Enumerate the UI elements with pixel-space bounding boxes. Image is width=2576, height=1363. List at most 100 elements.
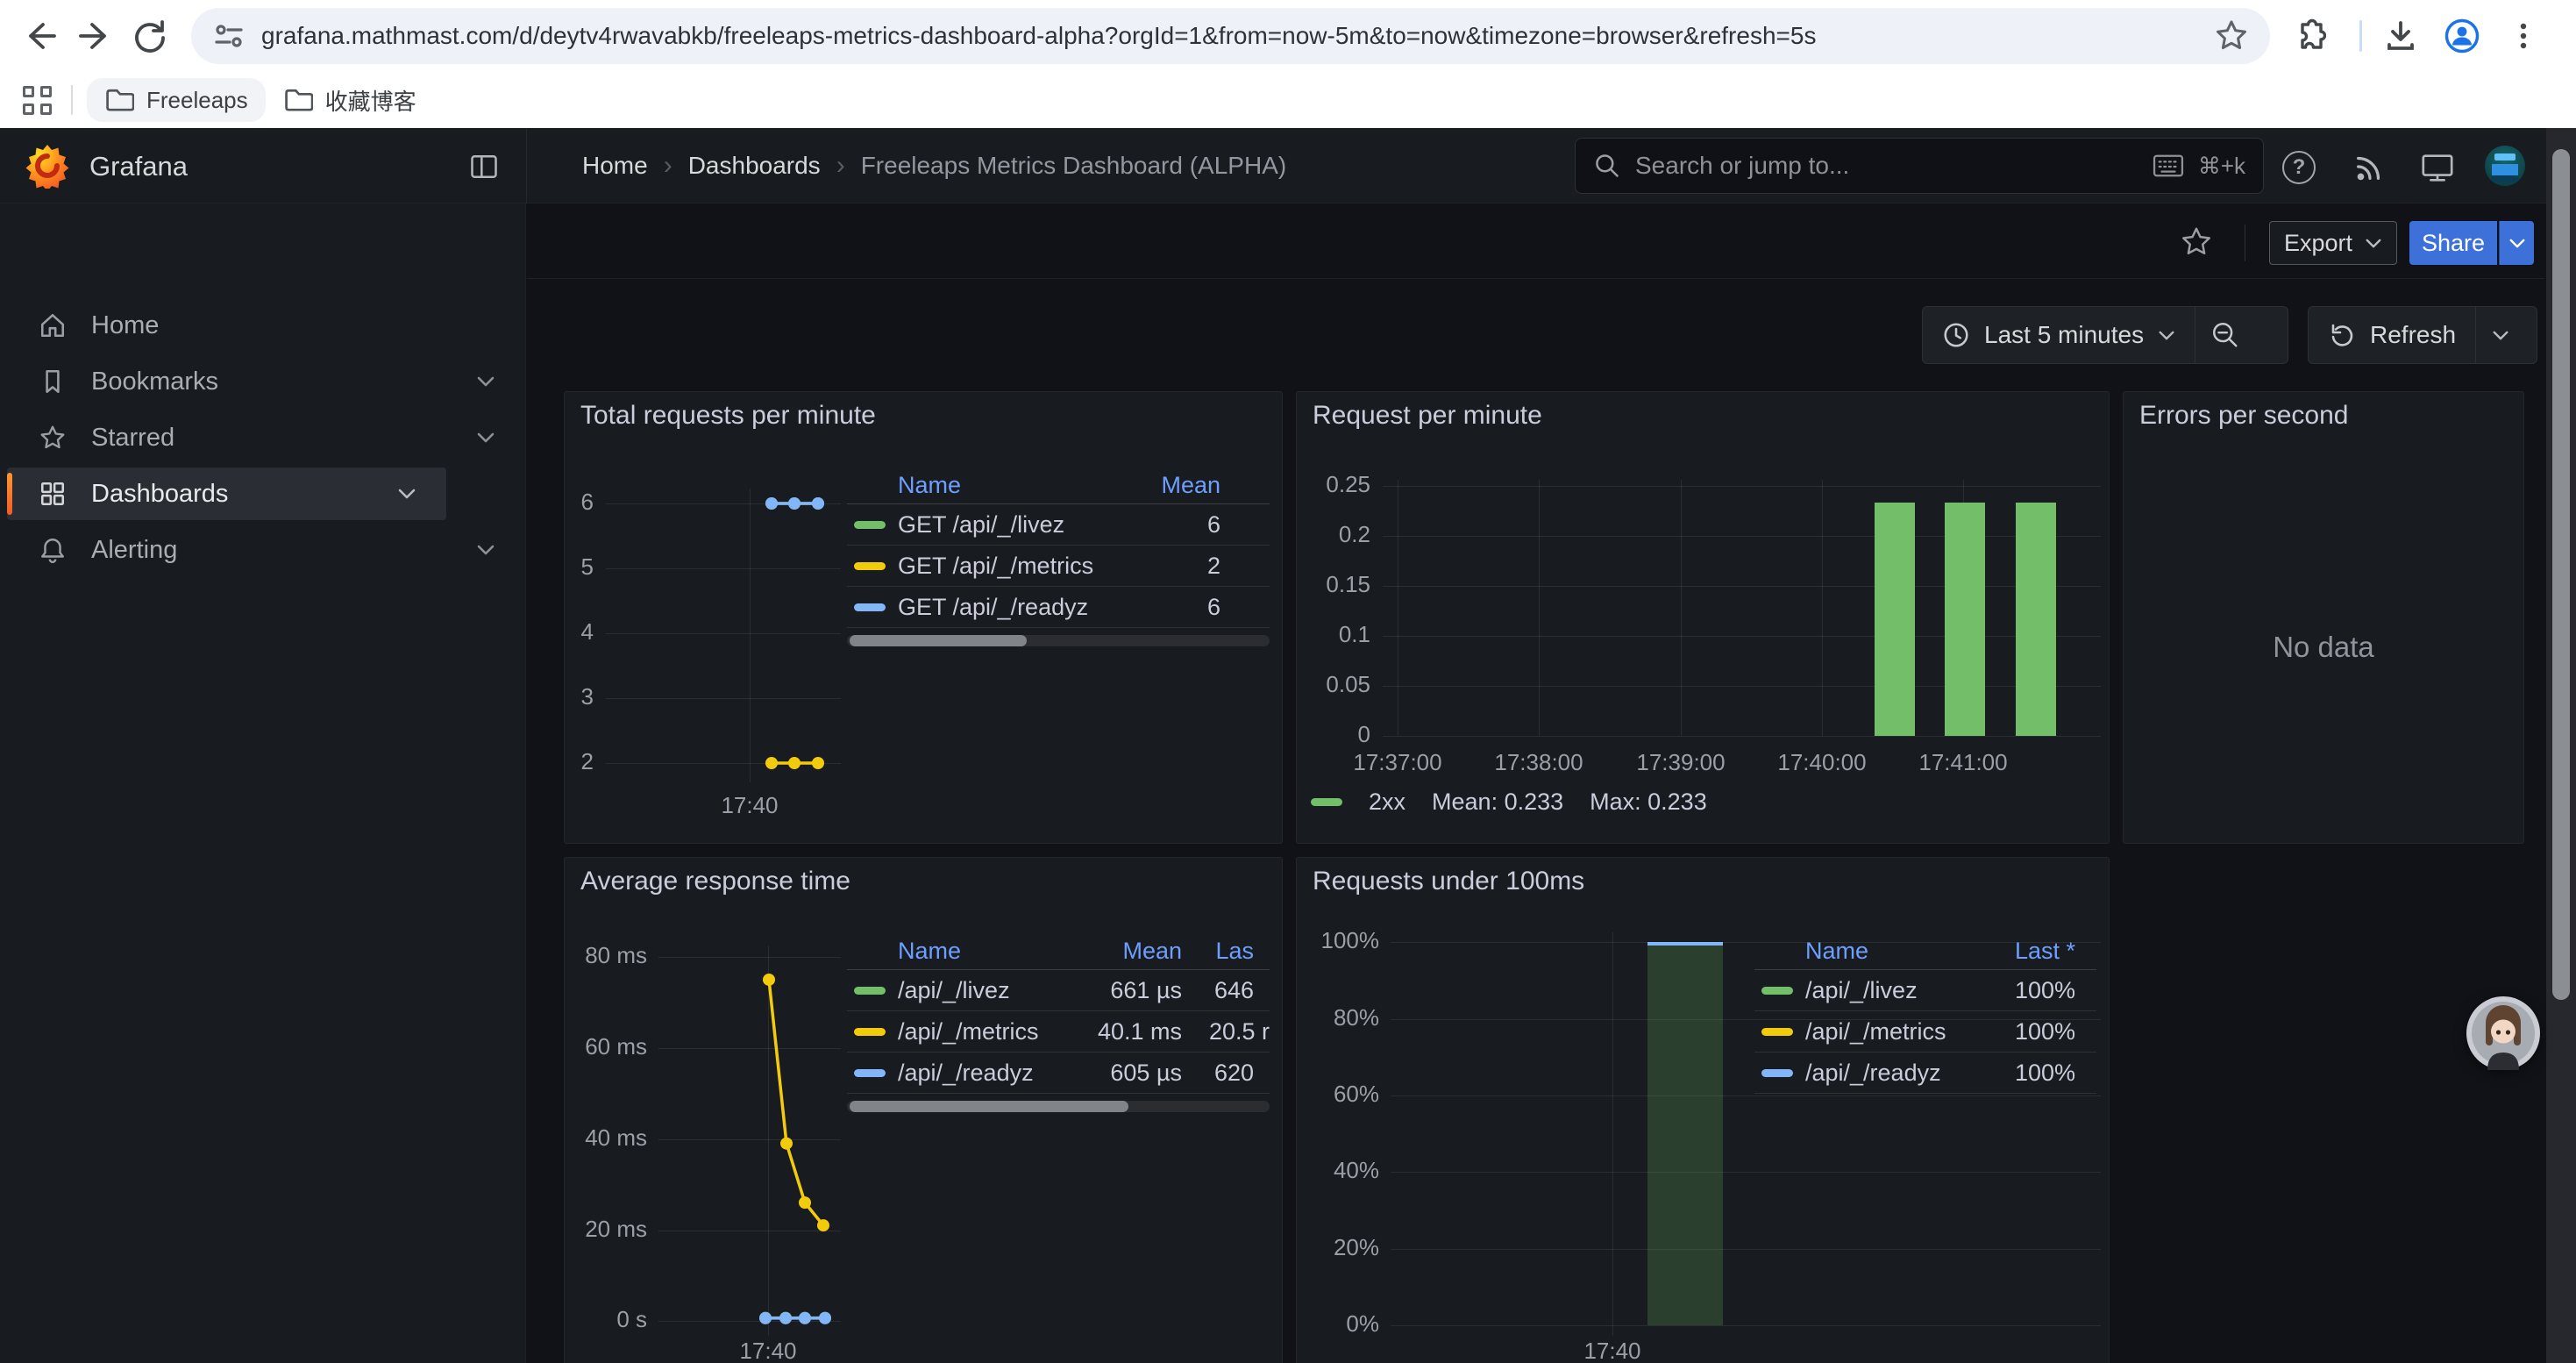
- zoom-out-button[interactable]: [2195, 307, 2255, 363]
- grafana-app: Grafana Home › Dashboards › Freeleaps Me…: [0, 128, 2576, 1363]
- legend-row[interactable]: /api/_/metrics 40.1 ms 20.5 r: [847, 1011, 1270, 1053]
- chevron-down-icon[interactable]: [476, 544, 495, 556]
- panel-title[interactable]: Errors per second: [2139, 401, 2348, 431]
- bookmark-freeleaps[interactable]: Freeleaps: [87, 78, 266, 122]
- search-input[interactable]: Search or jump to... ⌘+k: [1575, 138, 2264, 194]
- url-bar[interactable]: grafana.mathmast.com/d/deytv4rwavabkb/fr…: [191, 8, 2270, 64]
- page-scrollbar[interactable]: [2546, 128, 2576, 1363]
- legend-scrollbar[interactable]: [847, 1101, 1270, 1112]
- chevron-down-icon[interactable]: [476, 375, 495, 388]
- extensions-button[interactable]: [2288, 15, 2330, 57]
- panel-title[interactable]: Average response time: [580, 867, 850, 896]
- y-tick-label: 0.05: [1305, 671, 1370, 698]
- favorite-dashboard-button[interactable]: [2176, 222, 2217, 262]
- sidebar-item-starred[interactable]: Starred: [0, 410, 525, 466]
- grid-line: [1383, 686, 2101, 687]
- user-avatar[interactable]: [2485, 146, 2525, 186]
- sidebar-toggle-button[interactable]: [468, 151, 500, 182]
- breadcrumb-home[interactable]: Home: [582, 152, 648, 180]
- legend-header-mean[interactable]: Mean: [1073, 938, 1182, 965]
- bar: [1945, 503, 1985, 736]
- panel-title[interactable]: Requests under 100ms: [1313, 867, 1584, 896]
- legend-header-name[interactable]: Name: [1805, 938, 1991, 965]
- legend-header-name[interactable]: Name: [898, 472, 1124, 499]
- display-button[interactable]: [2418, 148, 2457, 187]
- url-text[interactable]: grafana.mathmast.com/d/deytv4rwavabkb/fr…: [261, 22, 2214, 50]
- data-point: [817, 1219, 829, 1231]
- sidebar-item-alerting[interactable]: Alerting: [0, 522, 525, 578]
- sidebar-item-label: Starred: [91, 424, 174, 453]
- chevron-down-icon[interactable]: [476, 432, 495, 444]
- refresh-controls: Refresh: [2308, 306, 2537, 364]
- series-color-pill: [854, 562, 886, 570]
- bookmark-star-icon[interactable]: [2214, 18, 2249, 54]
- panel-average-response-time: Average response time 80 ms60 ms40 ms20 …: [564, 857, 1283, 1363]
- scrollbar-thumb[interactable]: [2552, 149, 2570, 1000]
- apps-grid-icon[interactable]: [23, 86, 52, 115]
- legend-row[interactable]: /api/_/readyz 100%: [1754, 1053, 2096, 1094]
- panel-title[interactable]: Request per minute: [1313, 401, 1542, 431]
- refresh-interval-button[interactable]: [2476, 307, 2525, 363]
- sidebar-item-dashboards[interactable]: Dashboards: [7, 467, 446, 520]
- series-label[interactable]: 2xx: [1369, 789, 1405, 816]
- panel-requests-under-100ms: Requests under 100ms 100%80%60%40%20%0%1…: [1296, 857, 2110, 1363]
- search-shortcut: ⌘+k: [2198, 153, 2245, 180]
- bookmark-blog[interactable]: 收藏博客: [266, 77, 434, 124]
- grid-line-vertical: [1681, 480, 1682, 736]
- reload-button[interactable]: [128, 15, 170, 57]
- forward-button[interactable]: [74, 15, 116, 57]
- news-button[interactable]: [2350, 148, 2388, 187]
- sidebar-item-home[interactable]: Home: [0, 297, 525, 353]
- legend-row[interactable]: GET /api/_/livez 6: [847, 504, 1270, 546]
- time-range-picker[interactable]: Last 5 minutes: [1923, 307, 2195, 363]
- grafana-logo[interactable]: [25, 143, 70, 189]
- grafana-top-nav: Grafana Home › Dashboards › Freeleaps Me…: [0, 128, 2576, 203]
- chevron-down-icon: [2158, 330, 2175, 341]
- downloads-button[interactable]: [2380, 15, 2422, 57]
- puzzle-icon: [2302, 21, 2325, 48]
- share-menu-button[interactable]: [2499, 221, 2534, 265]
- legend-row[interactable]: GET /api/_/metrics 2: [847, 546, 1270, 587]
- export-button[interactable]: Export: [2269, 221, 2397, 265]
- toolbar-actions: [2288, 15, 2557, 57]
- legend-bottom: 2xx Mean: 0.233 Max: 0.233: [1311, 789, 1707, 816]
- legend-row[interactable]: /api/_/metrics 100%: [1754, 1011, 2096, 1053]
- panel-title[interactable]: Total requests per minute: [580, 401, 876, 431]
- time-range-label: Last 5 minutes: [1984, 321, 2144, 349]
- site-settings-icon[interactable]: [212, 19, 246, 53]
- profile-button[interactable]: [2441, 15, 2483, 57]
- data-point: [763, 974, 775, 986]
- sidebar-item-bookmarks[interactable]: Bookmarks: [0, 353, 525, 410]
- back-button[interactable]: [19, 15, 61, 57]
- series-color-pill[interactable]: [1311, 798, 1342, 806]
- legend-header-last[interactable]: Last *: [1991, 938, 2096, 965]
- grid-line: [1383, 586, 2101, 587]
- panel-request-per-minute: Request per minute 0.250.20.150.10.05017…: [1296, 391, 2110, 844]
- assistant-avatar[interactable]: [2466, 996, 2540, 1070]
- refresh-button[interactable]: Refresh: [2309, 307, 2475, 363]
- legend-row[interactable]: /api/_/readyz 605 µs 620: [847, 1053, 1270, 1094]
- bookmarks-bar: Freeleaps 收藏博客: [0, 72, 2576, 128]
- help-button[interactable]: ?: [2280, 148, 2318, 187]
- legend-header-name[interactable]: Name: [898, 938, 1073, 965]
- grid-line-vertical: [1539, 480, 1540, 736]
- chart-request-per-minute[interactable]: 0.250.20.150.10.05017:37:0017:38:0017:39…: [1297, 392, 2109, 843]
- no-data-message: No data: [2124, 631, 2523, 664]
- grid-line: [1391, 1095, 2101, 1096]
- series-color-pill: [1761, 1028, 1793, 1036]
- bar: [1875, 503, 1915, 736]
- chevron-down-icon: [2492, 330, 2509, 341]
- legend-header-mean[interactable]: Mean: [1124, 472, 1220, 499]
- share-button[interactable]: Share: [2409, 221, 2497, 265]
- legend-scrollbar[interactable]: [847, 635, 1270, 646]
- data-point: [799, 1312, 811, 1324]
- legend-row[interactable]: /api/_/livez 100%: [1754, 970, 2096, 1011]
- breadcrumb-dashboards[interactable]: Dashboards: [688, 152, 821, 180]
- chevron-down-icon[interactable]: [397, 488, 416, 500]
- keyboard-icon: [2153, 153, 2184, 179]
- legend-row[interactable]: GET /api/_/readyz 6: [847, 587, 1270, 628]
- x-tick-label: 17:40: [1525, 1338, 1700, 1363]
- legend-header-last[interactable]: Las: [1182, 938, 1270, 965]
- browser-menu-button[interactable]: [2502, 15, 2544, 57]
- legend-row[interactable]: /api/_/livez 661 µs 646: [847, 970, 1270, 1011]
